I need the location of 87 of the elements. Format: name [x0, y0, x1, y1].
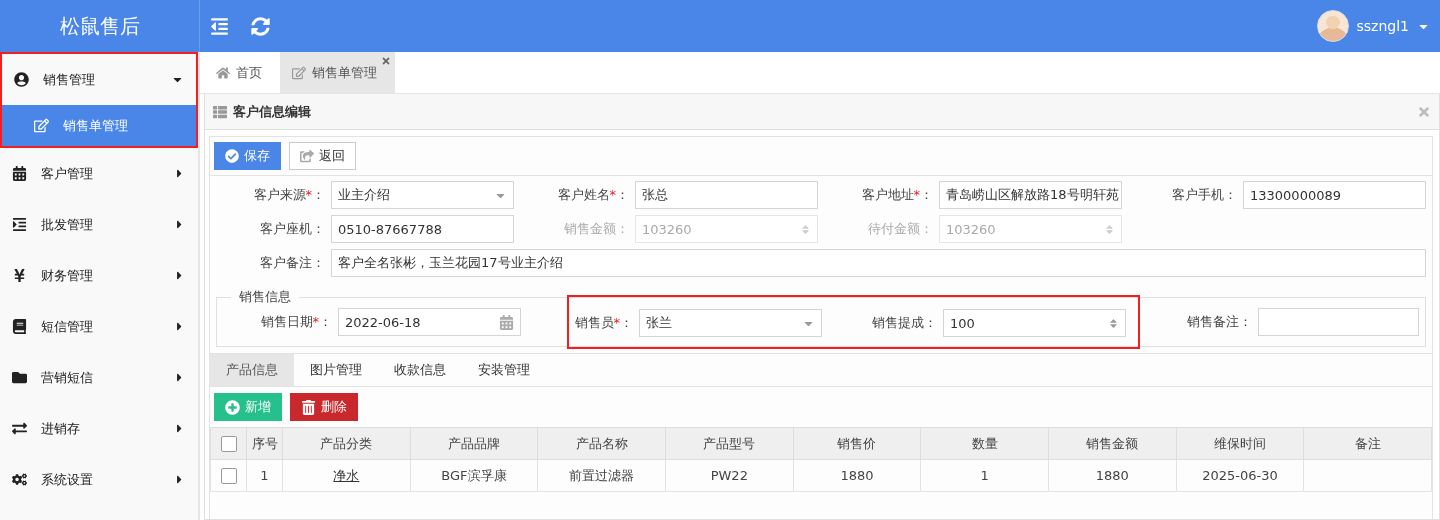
- table-cell: 1: [920, 459, 1049, 492]
- spinner-icon: [1104, 223, 1115, 235]
- arrows-icon: [12, 421, 27, 436]
- group-legend: 销售信息: [231, 288, 299, 306]
- field-label: 销售日期*：: [259, 313, 333, 331]
- table-cell: 2025-06-30: [1176, 459, 1304, 492]
- app-logo: 松鼠售后: [0, 0, 200, 52]
- section-tab[interactable]: 图片管理: [294, 354, 378, 386]
- field-label: 客户备注：: [259, 254, 326, 272]
- section-tab[interactable]: 安装管理: [462, 354, 546, 386]
- table-cell: 1880: [793, 459, 921, 492]
- checkbox[interactable]: [220, 435, 237, 452]
- edit-icon: [292, 65, 306, 80]
- table-cell: 1880: [1048, 459, 1177, 492]
- sidebar-item[interactable]: 销售管理: [2, 54, 196, 105]
- close-icon[interactable]: [381, 56, 391, 66]
- page-tab[interactable]: 首页: [204, 52, 280, 93]
- field-label: 销售备注：: [1186, 313, 1253, 331]
- spinner-icon: [800, 223, 811, 235]
- column-header: 销售金额: [1048, 427, 1177, 460]
- panel-title: 客户信息编辑: [233, 102, 312, 121]
- input-field[interactable]: 100: [943, 309, 1126, 337]
- table-cell[interactable]: 净水: [282, 459, 411, 492]
- input-field[interactable]: 客户全名张彬，玉兰花园17号业主介绍: [331, 249, 1426, 277]
- back-button[interactable]: 返回: [289, 142, 356, 170]
- trash-icon: [301, 399, 316, 415]
- save-button[interactable]: 保存: [214, 142, 281, 170]
- page-tab[interactable]: 销售单管理: [280, 52, 395, 93]
- column-header: 销售价: [793, 427, 921, 460]
- sidebar-item[interactable]: 短信管理: [0, 301, 198, 352]
- field-label: 客户座机：: [259, 220, 326, 238]
- sidebar-item[interactable]: 批发管理: [0, 199, 198, 250]
- indent-icon: [12, 217, 27, 232]
- sidebar-subitem[interactable]: 销售单管理: [2, 105, 196, 146]
- field-label: 客户来源*：: [252, 186, 326, 204]
- delete-button[interactable]: 删除: [290, 393, 358, 421]
- field-label: 待付金额：: [867, 220, 934, 238]
- column-header: 产品分类: [282, 427, 411, 460]
- sidebar-item[interactable]: 系统设置: [0, 454, 198, 505]
- refresh-icon[interactable]: [251, 16, 270, 36]
- input-field[interactable]: 0510-87667788: [331, 215, 514, 243]
- folder-icon: [12, 370, 27, 385]
- gears-icon: [12, 472, 27, 487]
- checkbox[interactable]: [220, 467, 237, 484]
- select-field[interactable]: 张兰: [639, 309, 822, 337]
- home-icon: [216, 65, 230, 80]
- table-cell: 前置过滤器: [537, 459, 666, 492]
- column-header: 维保时间: [1176, 427, 1304, 460]
- list-icon: [213, 104, 227, 119]
- field-label: 客户手机：: [1171, 186, 1238, 204]
- sidebar-item[interactable]: 营销短信: [0, 352, 198, 403]
- book-icon: [12, 319, 27, 334]
- date-field[interactable]: 2022-06-18: [338, 308, 521, 336]
- input-field[interactable]: 张总: [635, 181, 818, 209]
- table-cell: PW22: [665, 459, 794, 492]
- table-cell: 1: [246, 459, 283, 492]
- column-header: 产品型号: [665, 427, 794, 460]
- section-tab[interactable]: 收款信息: [378, 354, 462, 386]
- user-avatar[interactable]: [1316, 10, 1349, 42]
- exit-arrow-icon: [300, 149, 314, 163]
- column-header: 备注: [1303, 427, 1432, 460]
- field-label: 销售金额：: [563, 220, 630, 238]
- table-cell: BGF滨孚康: [410, 459, 538, 492]
- yen-icon: [12, 268, 27, 283]
- input-field[interactable]: [1258, 308, 1419, 336]
- field-label: 销售提成：: [871, 314, 938, 332]
- input-field[interactable]: 13300000089: [1243, 181, 1426, 209]
- field-label: 销售员*：: [573, 314, 634, 332]
- calendar-icon: [499, 314, 514, 330]
- select-field[interactable]: 业主介绍: [331, 181, 514, 209]
- user-name[interactable]: sszngl1: [1356, 18, 1409, 34]
- sidebar-item[interactable]: 客户管理: [0, 148, 198, 199]
- category-link[interactable]: 净水: [333, 467, 360, 483]
- spinner-icon: [1108, 317, 1119, 329]
- section-tab[interactable]: 产品信息: [210, 354, 294, 386]
- input-field[interactable]: 青岛崂山区解放路18号明轩苑: [939, 181, 1122, 209]
- column-header: 产品品牌: [410, 427, 538, 460]
- column-header: 序号: [246, 427, 283, 460]
- column-header: 数量: [920, 427, 1049, 460]
- column-header: 产品名称: [537, 427, 666, 460]
- sidebar-item[interactable]: 财务管理: [0, 250, 198, 301]
- menu-toggle-icon[interactable]: [210, 16, 229, 36]
- calendar-icon: [12, 166, 27, 181]
- sidebar-item[interactable]: 进销存: [0, 403, 198, 454]
- edit-icon: [34, 118, 49, 133]
- field-label: 客户地址*：: [860, 186, 934, 204]
- field-label: 客户姓名*：: [556, 186, 630, 204]
